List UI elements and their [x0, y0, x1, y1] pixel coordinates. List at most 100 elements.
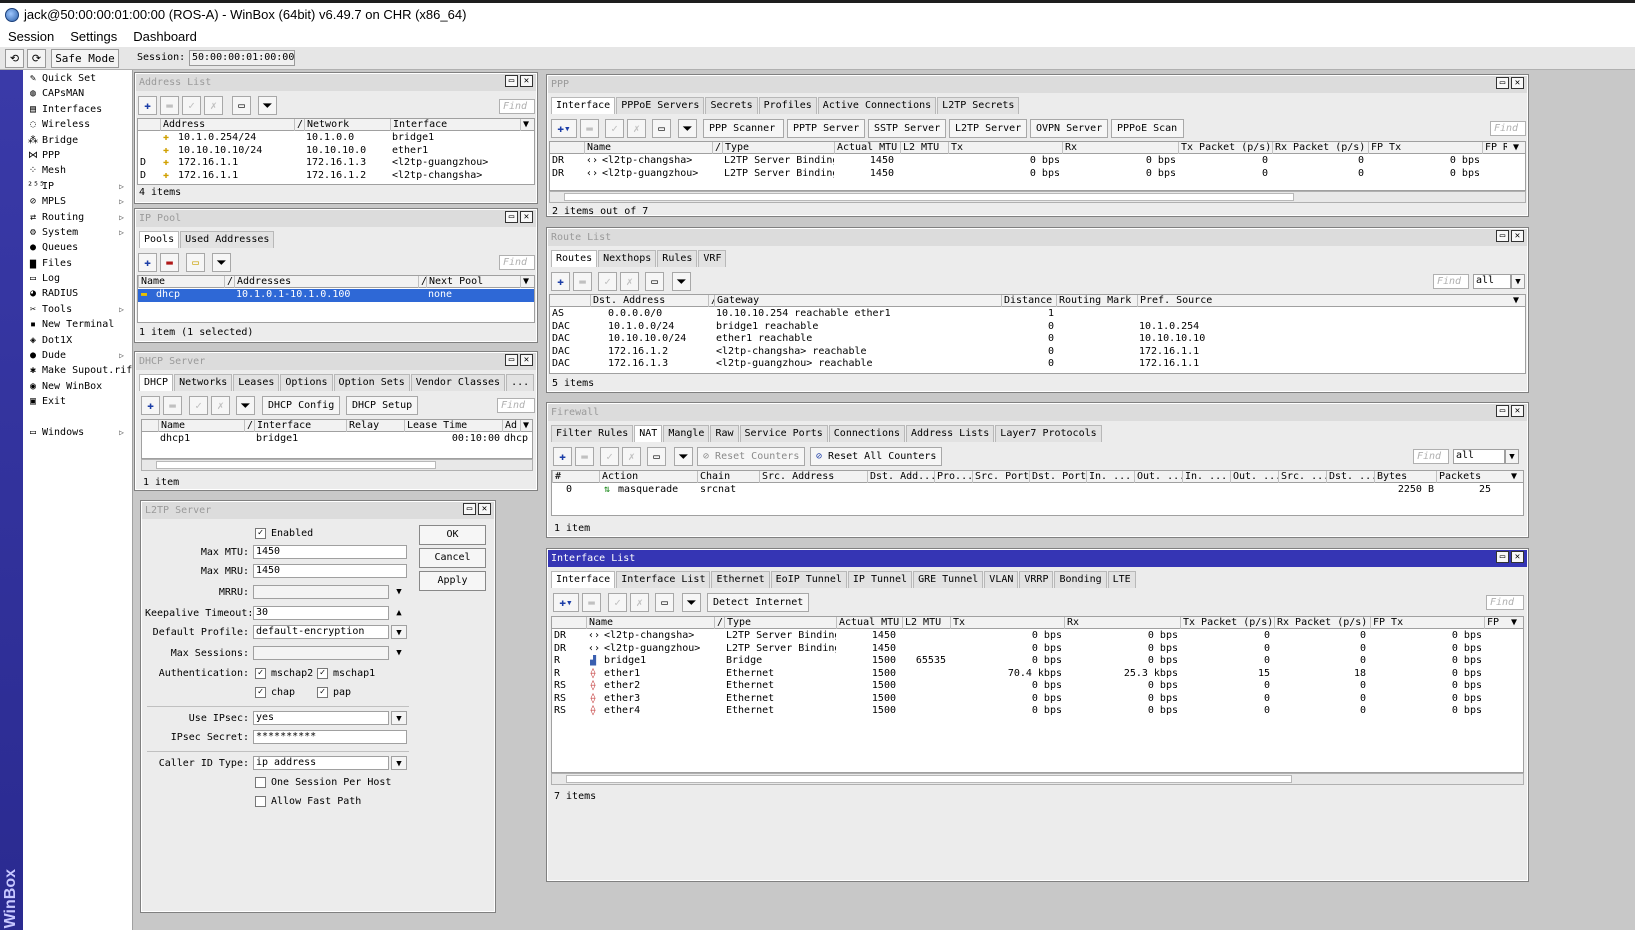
col-ad[interactable]: Ad: [502, 420, 520, 432]
filter-select[interactable]: all: [1453, 449, 1505, 464]
col-name[interactable]: Name: [584, 142, 712, 154]
col-rx[interactable]: Rx: [1064, 617, 1180, 629]
session-field[interactable]: 50:00:00:01:00:00: [189, 50, 295, 66]
l2tp-server-button[interactable]: L2TP Server: [949, 119, 1027, 138]
fast-path-checkbox[interactable]: [255, 796, 266, 807]
dhcp-setup-button[interactable]: DHCP Setup: [346, 396, 419, 415]
default-profile-select[interactable]: default-encryption: [253, 625, 389, 639]
col-rx[interactable]: Rx: [1062, 142, 1178, 154]
restore-icon[interactable]: ▭: [505, 354, 518, 366]
col-tx[interactable]: Tx: [950, 617, 1064, 629]
detect-internet-button[interactable]: Detect Internet: [707, 593, 810, 612]
column-menu-icon[interactable]: ▼: [520, 420, 532, 432]
tab-vendor-classes[interactable]: Vendor Classes: [410, 374, 506, 391]
tab-layer7-protocols[interactable]: Layer7 Protocols: [995, 425, 1102, 442]
enabled-checkbox[interactable]: ✓: [255, 528, 266, 539]
interface-list-titlebar[interactable]: Interface List: [548, 550, 1527, 567]
col-type[interactable]: Type: [724, 617, 836, 629]
tab-secrets[interactable]: Secrets: [705, 97, 758, 114]
col-name[interactable]: Name: [158, 420, 244, 432]
sidebar-item-ppp[interactable]: ⋈ PPP: [23, 148, 132, 163]
col-src[interactable]: Src. ...: [1278, 471, 1326, 483]
sidebar-item-new-terminal[interactable]: ▪ New Terminal: [23, 317, 132, 332]
sstp-server-button[interactable]: SSTP Server: [868, 119, 946, 138]
table-row[interactable]: DR ‹› <l2tp-changsha> L2TP Server Binding 14…: [550, 155, 1525, 168]
tab-pools[interactable]: Pools: [139, 231, 180, 248]
sidebar-item-log[interactable]: ▭ Log: [23, 271, 132, 286]
horizontal-scrollbar[interactable]: [549, 191, 1526, 203]
table-row[interactable]: DAC 172.16.1.2 <l2tp-changsha> reachable 0 1…: [550, 346, 1525, 359]
chevron-up-icon[interactable]: ▲: [391, 606, 407, 620]
col-addresses[interactable]: Addresses: [234, 276, 424, 288]
remove-icon[interactable]: ▬: [573, 272, 592, 291]
tab-interface[interactable]: Interface: [551, 571, 616, 588]
remove-icon[interactable]: ▬: [575, 447, 594, 466]
tab-ethernet[interactable]: Ethernet: [711, 571, 770, 588]
keepalive-input[interactable]: 30: [253, 606, 389, 620]
close-icon[interactable]: ✕: [520, 75, 533, 87]
filter-icon[interactable]: ⏷: [258, 96, 277, 115]
sidebar-item-wireless[interactable]: ◌ Wireless: [23, 117, 132, 132]
table-row[interactable]: DR ‹› <l2tp-guangzhou> L2TP Server Binding 1…: [550, 168, 1525, 181]
table-row[interactable]: DAC 172.16.1.3 <l2tp-guangzhou> reachable 0…: [550, 358, 1525, 371]
tab-mangle[interactable]: Mangle: [663, 425, 710, 442]
sidebar-item-windows[interactable]: ▭ Windows ▷: [23, 425, 132, 440]
add-icon[interactable]: ✚: [138, 253, 157, 272]
ok-button[interactable]: OK: [419, 525, 486, 545]
tab-routes[interactable]: Routes: [551, 250, 598, 267]
enable-icon[interactable]: ✓: [189, 396, 208, 415]
undo-icon[interactable]: ⟲: [5, 49, 24, 68]
col-src-address[interactable]: Src. Address: [759, 471, 867, 483]
col-name[interactable]: Name: [586, 617, 714, 629]
chap-checkbox[interactable]: ✓: [255, 687, 266, 698]
dropdown-icon[interactable]: ▼: [1511, 274, 1525, 289]
table-row[interactable]: DAC 10.1.0.0/24 bridge1 reachable 0 10.1.0.2…: [550, 321, 1525, 334]
col-dst-add[interactable]: Dst. Add...: [867, 471, 934, 483]
tab-l2tp-secrets[interactable]: L2TP Secrets: [937, 97, 1020, 114]
tab-option-sets[interactable]: Option Sets: [333, 374, 410, 391]
col-distance[interactable]: Distance: [1001, 295, 1056, 307]
add-dropdown-icon[interactable]: ✚▾: [553, 593, 579, 612]
col-rx-packet-p-s[interactable]: Rx Packet (p/s): [1272, 142, 1368, 154]
sidebar-item-routing[interactable]: ⇄ Routing ▷: [23, 210, 132, 225]
col-fp[interactable]: FP: [1484, 617, 1509, 629]
pptp-server-button[interactable]: PPTP Server: [787, 119, 865, 138]
l2tp-server-titlebar[interactable]: L2TP Server: [142, 502, 494, 519]
close-icon[interactable]: ✕: [1511, 551, 1524, 563]
add-dropdown-icon[interactable]: ✚▾: [551, 119, 577, 138]
disable-icon[interactable]: ✗: [622, 447, 641, 466]
disable-icon[interactable]: ✗: [630, 593, 649, 612]
sidebar-item-bridge[interactable]: ⁂ Bridge: [23, 133, 132, 148]
use-ipsec-select[interactable]: yes: [253, 711, 389, 725]
close-icon[interactable]: ✕: [1511, 405, 1524, 417]
col-pref-source[interactable]: Pref. Source: [1137, 295, 1212, 307]
chevron-down-icon[interactable]: ▼: [391, 646, 407, 660]
column-menu-icon[interactable]: ▼: [520, 276, 534, 288]
add-icon[interactable]: ✚: [138, 96, 157, 115]
col-relay[interactable]: Relay: [346, 420, 404, 432]
comment-icon[interactable]: ▭: [232, 96, 251, 115]
col-interface[interactable]: Interface: [390, 119, 515, 131]
max-mru-input[interactable]: 1450: [253, 564, 407, 578]
col-tx-packet-p-s[interactable]: Tx Packet (p/s): [1178, 142, 1272, 154]
col-dst-port[interactable]: Dst. Port: [1029, 471, 1086, 483]
sidebar-item-capsman[interactable]: ◍ CAPsMAN: [23, 86, 132, 101]
tab-active-connections[interactable]: Active Connections: [817, 97, 937, 114]
table-row[interactable]: R ▟ bridge1 Bridge 1500 65535 0 bps 0 bps 0 0 0 bp…: [552, 655, 1523, 668]
col-tx-packet-p-s[interactable]: Tx Packet (p/s): [1180, 617, 1274, 629]
ppp-scanner-button[interactable]: PPP Scanner: [703, 119, 784, 138]
disable-icon[interactable]: ✗: [204, 96, 223, 115]
pap-checkbox[interactable]: ✓: [317, 687, 328, 698]
col-interface[interactable]: Interface: [254, 420, 346, 432]
max-sessions-input[interactable]: [253, 646, 389, 660]
sidebar-item-dot1x[interactable]: ◈ Dot1X: [23, 333, 132, 348]
col-address[interactable]: Address: [160, 119, 300, 131]
mschap2-checkbox[interactable]: ✓: [255, 668, 266, 679]
col-dst[interactable]: Dst. ...: [1326, 471, 1374, 483]
table-row[interactable]: RS ⟠ ether3 Ethernet 1500 0 bps 0 bps 0 0 0 bps: [552, 693, 1523, 706]
horizontal-scrollbar[interactable]: [551, 773, 1524, 785]
enable-icon[interactable]: ✓: [608, 593, 627, 612]
filter-icon[interactable]: ⏷: [212, 253, 231, 272]
col-pro[interactable]: Pro...: [934, 471, 972, 483]
find-input[interactable]: Find: [499, 255, 535, 270]
